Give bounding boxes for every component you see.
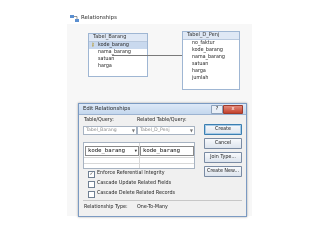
field-match-grid: kode_barang ▼ kode_barang — [83, 142, 195, 169]
related-table-query-label: Related Table/Query: — [137, 118, 187, 123]
relationship-type-value: One-To-Many — [137, 205, 168, 210]
relationships-icon — [70, 15, 79, 22]
close-button[interactable]: x — [223, 105, 243, 114]
create-button[interactable]: Create — [204, 124, 242, 135]
field-right-cell[interactable]: kode_barang — [140, 146, 194, 156]
relationship-join-line[interactable] — [112, 55, 182, 56]
table-title[interactable]: Tabel_D_Penj — [183, 32, 239, 40]
table-query-select[interactable]: Tabel_Barang ▼ — [83, 126, 137, 135]
dialog-title: Edit Relationships — [83, 106, 131, 112]
relationships-title: Relationships — [81, 15, 117, 21]
relationship-type-label: Relationship Type: — [84, 205, 128, 210]
table-field-harga[interactable]: harga — [183, 68, 239, 75]
table-field-nama-barang[interactable]: nama_barang — [183, 54, 239, 61]
table-field-jumlah[interactable]: jumlah — [183, 75, 239, 82]
chevron-down-icon: ▼ — [189, 128, 193, 133]
chevron-down-icon: ▼ — [131, 128, 135, 133]
cascade-delete-checkbox[interactable] — [88, 191, 95, 198]
join-type-button[interactable]: Join Type... — [204, 152, 242, 163]
chevron-down-icon: ▼ — [134, 148, 137, 153]
create-new-button[interactable]: Create New... — [204, 166, 242, 177]
table-field-kode-barang[interactable]: kode_barang — [183, 47, 239, 54]
table-field-no-faktur[interactable]: no_faktur — [183, 40, 239, 47]
table-field-satuan[interactable]: satuan — [183, 61, 239, 68]
related-table-query-select[interactable]: Tabel_D_Penj ▼ — [137, 126, 195, 135]
grid-divider — [84, 157, 194, 158]
table-title[interactable]: Tabel_Barang — [89, 34, 147, 42]
dialog-title-bar[interactable]: Edit Relationships ? x — [79, 104, 246, 115]
table-field-kode-barang[interactable]: ⚷ kode_barang — [89, 42, 147, 49]
relationships-title-row: Relationships — [67, 13, 252, 24]
cancel-button[interactable]: Cancel — [204, 138, 242, 149]
edit-relationships-dialog: Edit Relationships ? x Table/Query: Rela… — [78, 103, 247, 217]
field-left-cell[interactable]: kode_barang ▼ — [85, 146, 139, 156]
cascade-update-checkbox[interactable] — [88, 181, 95, 188]
grid-divider — [84, 163, 194, 164]
help-button[interactable]: ? — [211, 105, 223, 114]
enforce-referential-integrity-checkbox[interactable]: ✓ — [88, 171, 95, 178]
table-field-satuan[interactable]: satuan — [89, 56, 147, 63]
key-icon: ⚷ — [91, 42, 95, 48]
table-field-harga[interactable]: harga — [89, 63, 147, 70]
dialog-separator — [83, 200, 242, 201]
table-query-label: Table/Query: — [84, 118, 114, 123]
table-box-tabel-d-penj[interactable]: Tabel_D_Penj no_faktur kode_barang nama_… — [182, 31, 240, 90]
